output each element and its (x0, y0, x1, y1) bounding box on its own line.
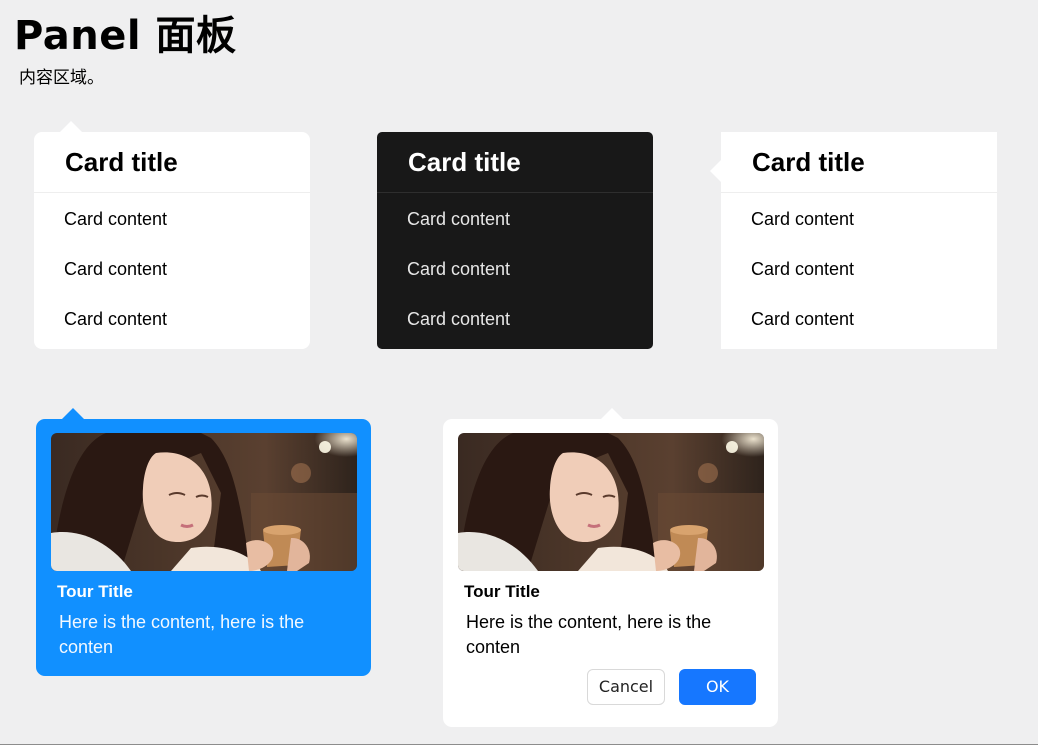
tour-panel-primary: Tour Title Here is the content, here is … (36, 419, 371, 676)
card-content-row: Card content (64, 309, 168, 329)
card-content-row: Card content (407, 259, 511, 279)
tour-title: Tour Title (464, 582, 540, 601)
card-dark: Card title Card content Card content Car… (377, 132, 653, 349)
card-title: Card title (65, 147, 178, 177)
card-arrow (60, 121, 82, 132)
card-arrow (710, 160, 721, 182)
tour-title: Tour Title (57, 582, 133, 601)
page-title: Panel 面板 (14, 13, 237, 59)
tour-footer: Cancel OK (587, 669, 756, 705)
tour-cover-image (458, 433, 764, 571)
card-content-row: Card content (407, 209, 511, 229)
card-title: Card title (408, 147, 521, 177)
card-content-row: Card content (64, 209, 168, 229)
card-content-row: Card content (751, 309, 855, 329)
page-subtitle: 内容区域。 (19, 68, 104, 88)
card-content-row: Card content (407, 309, 511, 329)
tour-description: Here is the content, here is the conten (59, 612, 305, 657)
card-light-rounded: Card title Card content Card content Car… (34, 132, 310, 349)
card-content-row: Card content (64, 259, 168, 279)
ok-button[interactable]: OK (679, 669, 756, 705)
tour-arrow (601, 408, 623, 419)
card-content-row: Card content (751, 209, 855, 229)
card-content-row: Card content (751, 259, 855, 279)
cancel-button[interactable]: Cancel (587, 669, 665, 705)
tour-panel-default: Tour Title Here is the content, here is … (443, 419, 778, 727)
card-light-square: Card title Card content Card content Car… (721, 132, 997, 349)
tour-arrow (62, 408, 84, 419)
card-title: Card title (752, 147, 865, 177)
tour-cover-image (51, 433, 357, 571)
tour-description: Here is the content, here is the conten (466, 612, 712, 657)
